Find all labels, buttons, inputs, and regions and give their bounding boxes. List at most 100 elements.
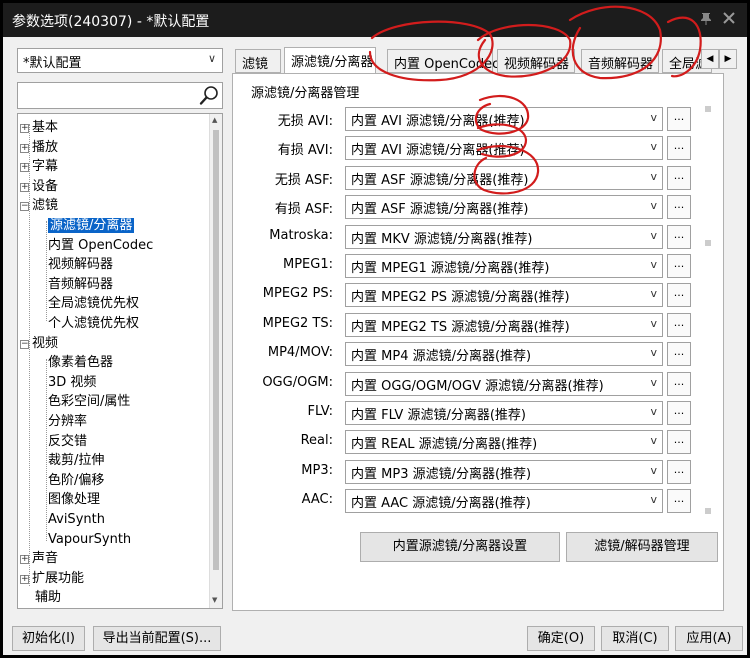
tree-scrollbar[interactable]: ▲ ▼ (209, 114, 222, 608)
tree-item[interactable]: 视频解码器 (48, 255, 113, 274)
apply-button[interactable]: 应用(A) (675, 626, 743, 651)
window-title: 参数选项(240307) - *默认配置 (12, 14, 210, 30)
tab-scroll-left-icon[interactable]: ◀ (701, 49, 719, 69)
collapse-icon[interactable]: − (20, 339, 29, 349)
panel-scrollbar[interactable] (703, 104, 713, 516)
tree-item[interactable]: + 扩展功能 (20, 569, 84, 588)
pin-icon[interactable] (699, 11, 713, 25)
tree-item[interactable]: 个人滤镜优先权 (48, 314, 139, 333)
splitter-select[interactable]: 内置 MP4 源滤镜/分离器(推荐) v (345, 342, 663, 367)
tab[interactable]: 音频解码器 (581, 49, 659, 73)
close-icon[interactable] (722, 11, 736, 25)
tree-item-label: 扩展功能 (32, 570, 85, 586)
splitter-select[interactable]: 内置 AVI 源滤镜/分离器(推荐) v (345, 107, 663, 131)
row-settings-button[interactable]: ... (667, 312, 691, 337)
splitter-select[interactable]: 内置 FLV 源滤镜/分离器(推荐) v (345, 401, 663, 425)
tree-item[interactable]: 分辨率 (48, 412, 87, 431)
splitter-select[interactable]: 内置 MP3 源滤镜/分离器(推荐) v (345, 459, 663, 484)
row-settings-button[interactable]: ... (667, 459, 691, 484)
expand-icon[interactable]: + (20, 124, 29, 133)
cancel-button[interactable]: 取消(C) (601, 626, 669, 651)
internal-splitter-settings-button[interactable]: 内置源滤镜/分离器设置 (360, 532, 560, 562)
row-settings-button[interactable]: ... (667, 371, 691, 396)
tree-item[interactable]: 全局滤镜优先权 (48, 294, 139, 313)
splitter-select[interactable]: 内置 AAC 源滤镜/分离器(推荐) v (345, 489, 663, 514)
tree-item[interactable]: 反交错 (48, 432, 87, 451)
tree-item-label: 内置 OpenCodec (48, 237, 154, 253)
splitter-select[interactable]: 内置 MPEG1 源滤镜/分离器(推荐) v (345, 254, 663, 278)
row-settings-button[interactable]: ... (667, 401, 691, 425)
splitter-select[interactable]: 内置 MPEG2 PS 源滤镜/分离器(推荐) v (345, 283, 663, 308)
tree-item[interactable]: 色彩空间/属性 (48, 392, 130, 411)
init-button[interactable]: 初始化(I) (12, 626, 85, 651)
tree-item[interactable]: 3D 视频 (48, 373, 96, 392)
search-icon[interactable] (199, 85, 220, 106)
tree-item[interactable]: 图像处理 (48, 490, 100, 509)
splitter-select[interactable]: 内置 REAL 源滤镜/分离器(推荐) v (345, 430, 663, 455)
row-settings-button[interactable]: ... (667, 254, 691, 278)
expand-icon[interactable]: + (20, 182, 29, 192)
tree-item[interactable]: 裁剪/拉伸 (48, 451, 104, 470)
tree-item[interactable]: AviSynth (48, 510, 105, 529)
chevron-down-icon: v (650, 375, 657, 389)
collapse-icon[interactable]: − (20, 202, 29, 212)
tree-item[interactable]: 色阶/偏移 (48, 471, 104, 490)
scrollbar-thumb[interactable] (213, 130, 219, 570)
tree-item[interactable]: + 基本 (20, 118, 58, 137)
splitter-select[interactable]: 内置 AVI 源滤镜/分离器(推荐) v (345, 136, 663, 161)
chevron-down-icon: v (650, 287, 657, 301)
tab-strip: 滤镜 源滤镜/分离器 内置 OpenCodec 视频解码器 音频解码器 全局滤 (235, 47, 713, 74)
filter-decoder-manager-button[interactable]: 滤镜/解码器管理 (566, 532, 718, 562)
row-settings-button[interactable]: ... (667, 342, 691, 367)
row-settings-button[interactable]: ... (667, 136, 691, 161)
expand-icon[interactable]: + (20, 574, 29, 584)
tree-item[interactable]: 像素着色器 (48, 353, 113, 372)
row-settings-button[interactable]: ... (667, 489, 691, 514)
splitter-select[interactable]: 内置 OGG/OGM/OGV 源滤镜/分离器(推荐) v (345, 371, 663, 396)
tree-item-label: 辅助 (35, 590, 62, 606)
chevron-down-icon: v (650, 405, 657, 418)
tab[interactable]: 源滤镜/分离器 (284, 47, 376, 74)
splitter-select[interactable]: 内置 ASF 源滤镜/分离器(推荐) v (345, 165, 663, 190)
tree-item[interactable]: + 设备 (20, 177, 58, 196)
tree-item[interactable]: 内置 OpenCodec (48, 236, 153, 255)
splitter-select[interactable]: 内置 ASF 源滤镜/分离器(推荐) v (345, 195, 663, 220)
tab[interactable]: 视频解码器 (497, 49, 575, 73)
ok-button[interactable]: 确定(O) (527, 626, 595, 651)
expand-icon[interactable]: + (20, 163, 29, 173)
tree-item-label: 视频 (32, 335, 59, 351)
splitter-select-value: 内置 AVI 源滤镜/分离器(推荐) (351, 114, 525, 129)
tree-item[interactable]: 源滤镜/分离器 (48, 216, 135, 235)
export-config-button[interactable]: 导出当前配置(S)... (93, 626, 221, 651)
row-settings-button[interactable]: ... (667, 224, 691, 249)
tree-item-label: 设备 (32, 178, 59, 194)
tree-item[interactable]: + 声音 (20, 549, 58, 568)
row-settings-button[interactable]: ... (667, 430, 691, 455)
tree-item[interactable]: − 视频 (20, 334, 58, 353)
scroll-up-icon[interactable]: ▲ (212, 116, 217, 124)
splitter-select-value: 内置 MPEG2 PS 源滤镜/分离器(推荐) (351, 290, 570, 306)
tree-item[interactable]: VapourSynth (48, 530, 131, 549)
row-label: Matroska: (269, 227, 333, 243)
row-settings-button[interactable]: ... (667, 283, 691, 308)
tree-item[interactable]: + 播放 (20, 138, 58, 157)
tree-item[interactable]: − 滤镜 (20, 196, 58, 215)
scroll-down-icon[interactable]: ▼ (212, 596, 217, 604)
tab[interactable]: 内置 OpenCodec (387, 49, 499, 73)
tree-item[interactable]: + 字幕 (20, 157, 58, 176)
row-settings-button[interactable]: ... (667, 165, 691, 190)
chevron-down-icon: ∨ (207, 52, 216, 65)
profile-select[interactable]: *默认配置 ∨ (17, 48, 223, 73)
expand-icon[interactable]: + (20, 555, 29, 565)
search-input[interactable] (17, 82, 223, 109)
splitter-select[interactable]: 内置 MKV 源滤镜/分离器(推荐) v (345, 224, 663, 249)
splitter-select[interactable]: 内置 MPEG2 TS 源滤镜/分离器(推荐) v (345, 312, 663, 337)
tree-item[interactable]: 音频解码器 (48, 275, 113, 294)
row-settings-button[interactable]: ... (667, 195, 691, 220)
row-settings-button[interactable]: ... (667, 107, 691, 131)
tab[interactable]: 滤镜 (235, 49, 281, 73)
tree-item[interactable]: 辅助 (20, 588, 61, 607)
row-label: 无损 ASF: (274, 172, 333, 188)
expand-icon[interactable]: + (20, 143, 29, 153)
tab-scroll-right-icon[interactable]: ▶ (719, 49, 737, 69)
